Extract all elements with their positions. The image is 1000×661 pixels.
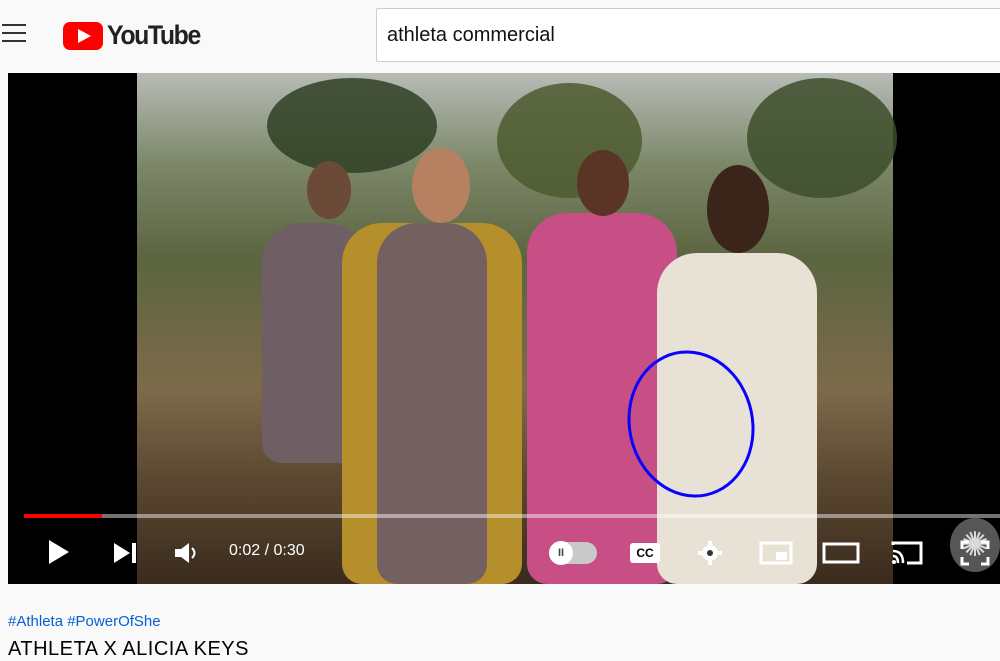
background-tree xyxy=(267,78,437,173)
time-display: 0:02 / 0:30 xyxy=(229,542,305,559)
background-tree xyxy=(747,78,897,198)
theater-icon[interactable] xyxy=(822,541,860,565)
top-bar: YouTube athleta commercial xyxy=(0,0,1000,70)
youtube-play-logo-icon xyxy=(63,21,103,50)
video-title: ATHLETA X ALICIA KEYS xyxy=(8,638,249,660)
next-icon[interactable] xyxy=(112,541,140,565)
person-center-head xyxy=(412,148,470,223)
video-hashtags[interactable]: #Athleta #PowerOfShe xyxy=(8,613,161,630)
play-icon[interactable] xyxy=(46,539,72,565)
video-info: #Athleta #PowerOfShe ATHLETA X ALICIA KE… xyxy=(0,584,1000,660)
video-player[interactable]: ✺ 0:02 / 0:30 II CC xyxy=(8,73,1000,584)
person-pink-head xyxy=(577,150,629,216)
fullscreen-icon[interactable] xyxy=(959,539,991,567)
youtube-logo[interactable]: YouTube xyxy=(63,20,208,51)
player-controls: 0:02 / 0:30 II CC xyxy=(8,527,1000,577)
miniplayer-icon[interactable] xyxy=(759,541,793,565)
cast-icon[interactable] xyxy=(889,539,925,567)
search-input[interactable]: athleta commercial xyxy=(376,8,1000,62)
hamburger-menu-icon[interactable] xyxy=(2,24,26,44)
youtube-logo-text: YouTube xyxy=(107,20,201,50)
captions-icon[interactable]: CC xyxy=(630,543,660,563)
person-right-head xyxy=(707,165,769,253)
search-query-text: athleta commercial xyxy=(387,24,555,46)
progress-bar[interactable] xyxy=(24,514,1000,518)
autoplay-toggle[interactable]: II xyxy=(549,541,597,565)
progress-fill xyxy=(24,514,102,518)
volume-icon[interactable] xyxy=(173,541,201,565)
settings-icon[interactable] xyxy=(696,539,724,567)
video-frame[interactable] xyxy=(137,73,897,584)
autoplay-pause-icon: II xyxy=(549,541,573,565)
person-left-head xyxy=(307,161,351,219)
